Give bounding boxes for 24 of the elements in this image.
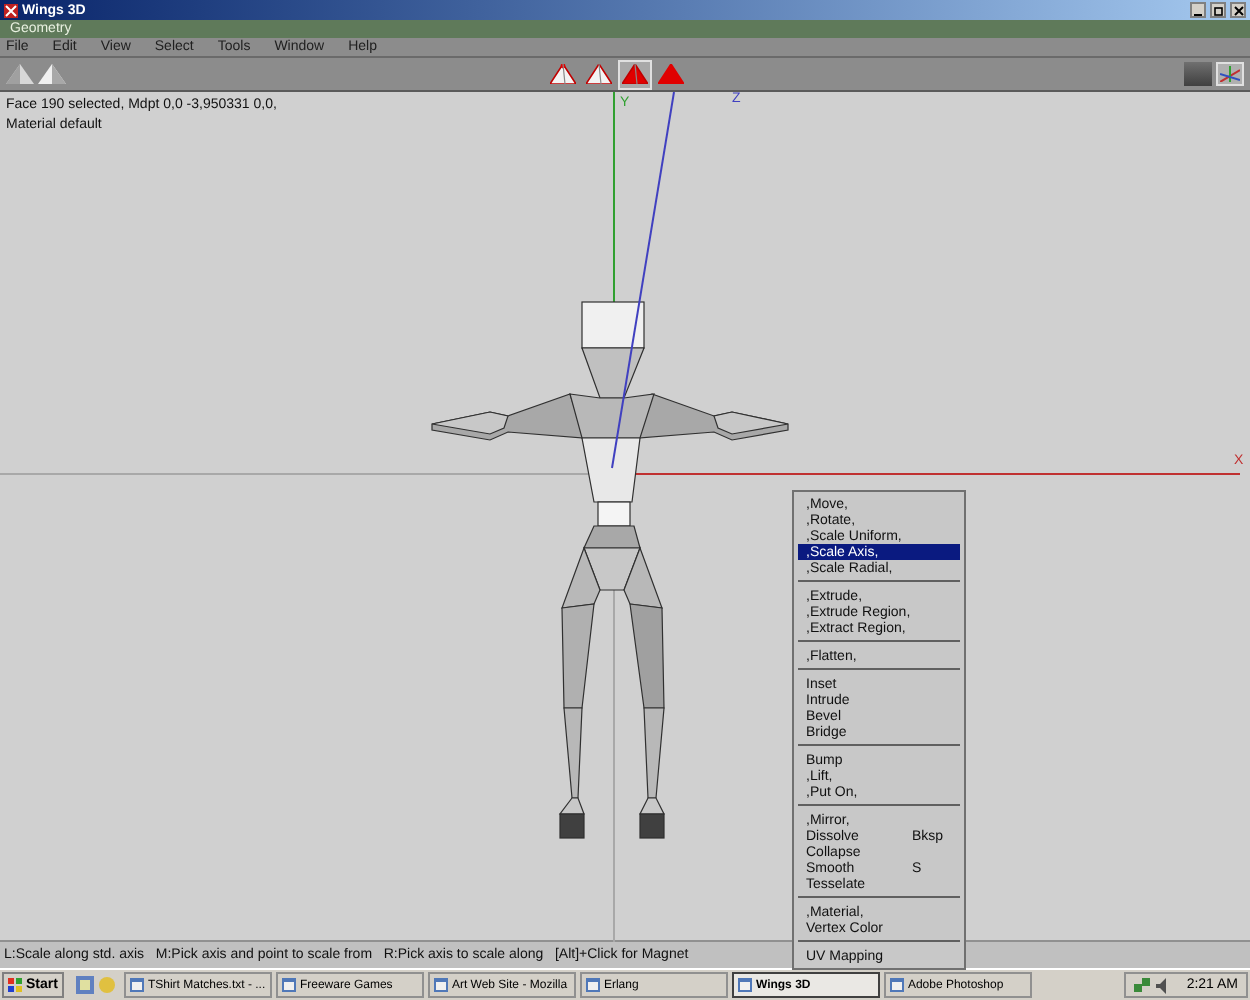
pyramid-icon [658, 64, 684, 84]
axes-button[interactable] [1216, 62, 1244, 86]
selection-mode-button[interactable] [618, 59, 652, 89]
network-icon [1134, 977, 1151, 993]
window-icon [433, 978, 448, 992]
close-icon [1233, 5, 1243, 15]
axes-icon [1220, 66, 1240, 82]
pyramid-icon [586, 64, 612, 84]
window-icon [737, 978, 752, 992]
pyramid-icon [550, 64, 576, 84]
minimize-button[interactable] [1190, 2, 1206, 18]
window-icon [129, 978, 144, 992]
window-icon [281, 978, 296, 992]
app-icon [4, 3, 18, 17]
close-button[interactable] [1230, 2, 1246, 18]
windows-logo-icon [8, 978, 22, 992]
pyramid-icon [622, 64, 648, 84]
restore-button[interactable] [1210, 2, 1226, 18]
selection-mode-button[interactable] [582, 59, 616, 89]
shaded-pyramid-icon[interactable] [38, 64, 66, 84]
window-icon [889, 978, 904, 992]
restore-icon [1213, 5, 1223, 15]
selection-mode-button[interactable] [546, 59, 580, 89]
window-icon [585, 978, 600, 992]
